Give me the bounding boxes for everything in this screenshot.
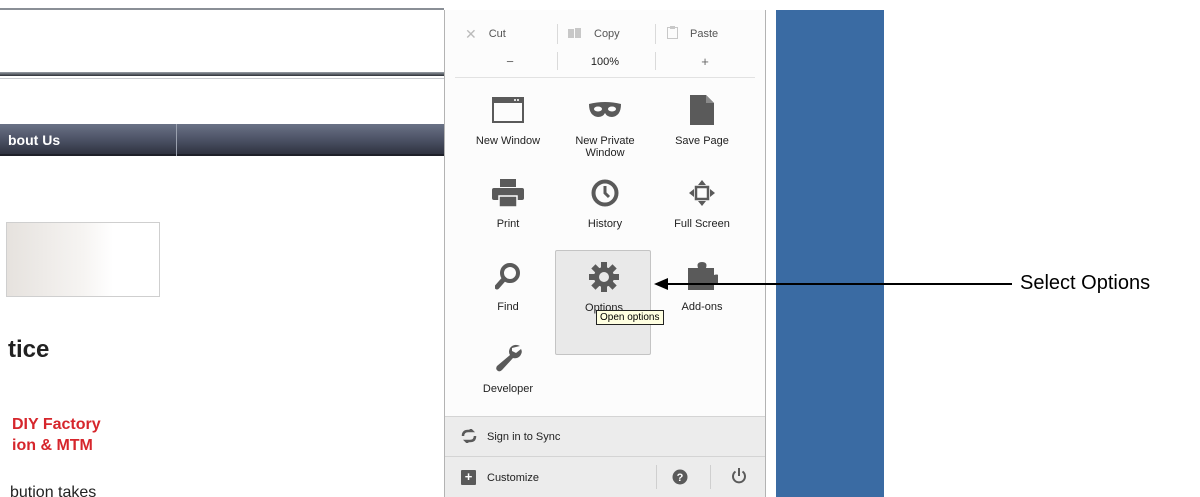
toolbar-bottom-edge bbox=[0, 8, 444, 10]
zoom-out-button[interactable]: − bbox=[485, 54, 535, 69]
zoom-controls-row: − 100% + bbox=[445, 50, 765, 76]
clipboard-icon bbox=[667, 26, 678, 42]
new-private-window-button[interactable]: New Private Window bbox=[557, 90, 653, 176]
nav-separator bbox=[176, 124, 177, 156]
header-divider bbox=[0, 72, 445, 76]
blue-side-area bbox=[776, 10, 884, 497]
divider bbox=[655, 52, 656, 70]
divider bbox=[557, 52, 558, 70]
divider bbox=[710, 465, 711, 489]
scissors-icon: ✕ bbox=[465, 25, 477, 42]
body-text: bution takes bbox=[10, 484, 97, 497]
new-window-button[interactable]: New Window bbox=[460, 90, 556, 176]
gap-strip bbox=[766, 10, 776, 497]
tile-label: Developer bbox=[482, 383, 534, 395]
magnifier-icon bbox=[460, 256, 556, 296]
edit-controls-row: ✕ Cut Copy Paste bbox=[445, 22, 765, 46]
customize-row: + Customize ? bbox=[445, 456, 765, 497]
tile-label: Print bbox=[496, 218, 520, 230]
tile-label: New Window bbox=[475, 135, 541, 147]
page-heading: tice bbox=[8, 336, 50, 363]
paste-label: Paste bbox=[690, 28, 719, 40]
page-icon bbox=[654, 90, 750, 130]
copy-label: Copy bbox=[594, 28, 620, 40]
copy-button[interactable]: Copy bbox=[568, 22, 620, 46]
divider bbox=[656, 465, 657, 489]
paste-button[interactable]: Paste bbox=[667, 22, 718, 46]
site-navbar: bout Us bbox=[0, 124, 445, 156]
full-screen-button[interactable]: Full Screen bbox=[654, 173, 750, 259]
wrench-icon bbox=[460, 338, 556, 378]
options-tooltip: Open options bbox=[596, 310, 664, 325]
header-divider-thin bbox=[0, 78, 445, 79]
help-icon[interactable]: ? bbox=[672, 469, 688, 490]
annotation-label: Select Options bbox=[1020, 272, 1151, 294]
cut-label: Cut bbox=[488, 28, 506, 40]
menu-divider bbox=[455, 77, 755, 78]
tile-label: Add-ons bbox=[681, 301, 723, 313]
save-page-button[interactable]: Save Page bbox=[654, 90, 750, 176]
plus-box-icon: + bbox=[461, 470, 476, 485]
red-heading-line-2: ion & MTM bbox=[12, 437, 93, 454]
annotation-arrow bbox=[654, 278, 1012, 290]
add-ons-button[interactable]: Add-ons bbox=[654, 256, 750, 342]
history-button[interactable]: History bbox=[557, 173, 653, 259]
tile-label: New Private Window bbox=[575, 135, 635, 159]
gear-icon bbox=[556, 257, 652, 297]
print-button[interactable]: Print bbox=[460, 173, 556, 259]
zoom-in-button[interactable]: + bbox=[680, 54, 730, 69]
svg-text:?: ? bbox=[677, 472, 684, 484]
zoom-level-label[interactable]: 100% bbox=[575, 56, 635, 68]
banner-box bbox=[6, 222, 160, 297]
divider bbox=[655, 24, 656, 44]
red-heading-line-1: DIY Factory bbox=[12, 416, 101, 433]
background-web-page: bout Us tice DIY Factory ion & MTM butio… bbox=[0, 0, 445, 497]
puzzle-icon bbox=[654, 256, 750, 296]
customize-button[interactable]: Customize bbox=[487, 472, 539, 484]
power-icon[interactable] bbox=[731, 468, 747, 489]
sign-in-to-sync-button[interactable]: Sign in to Sync bbox=[445, 416, 765, 456]
tile-label: Find bbox=[497, 301, 519, 313]
sync-icon bbox=[461, 428, 477, 448]
options-button[interactable]: Options bbox=[555, 250, 651, 355]
window-icon bbox=[460, 90, 556, 130]
find-button[interactable]: Find bbox=[460, 256, 556, 342]
clock-icon bbox=[557, 173, 653, 213]
firefox-menu-panel: ✕ Cut Copy Paste − 100% + New Window New… bbox=[444, 10, 766, 497]
mask-icon bbox=[557, 90, 653, 130]
tile-label: History bbox=[587, 218, 623, 230]
fullscreen-icon bbox=[654, 173, 750, 213]
divider bbox=[557, 24, 558, 44]
tile-label: Save Page bbox=[675, 135, 729, 147]
sync-label: Sign in to Sync bbox=[487, 431, 561, 443]
copy-icon bbox=[568, 26, 582, 42]
printer-icon bbox=[460, 173, 556, 213]
developer-button[interactable]: Developer bbox=[460, 338, 556, 424]
tile-label: Full Screen bbox=[674, 218, 730, 230]
cut-button[interactable]: ✕ Cut bbox=[465, 22, 506, 46]
nav-item-about-us[interactable]: bout Us bbox=[8, 132, 60, 148]
